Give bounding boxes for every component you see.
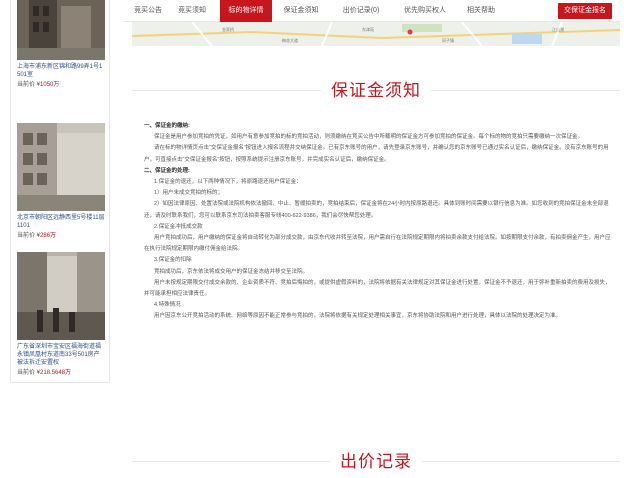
listing-title[interactable]: 广东省深圳市宝安区福海街道福永镇凤凰村东道南33号501房产被法拆迁安置权	[17, 343, 105, 367]
tab-priority-buyer[interactable]: 优先购买权人	[394, 0, 456, 22]
listing-card[interactable]: 广东省深圳市宝安区福海街道福永镇凤凰村东道南33号501房产被法拆迁安置权 当前…	[17, 252, 105, 377]
deposit-heading: 二、保证金的处理:	[144, 167, 190, 174]
deposit-paragraph: 2.保证金冲抵成交款	[154, 223, 203, 230]
deposit-section-title: 保证金须知	[132, 80, 620, 102]
deposit-paragraph: 4.特殊情况	[154, 302, 181, 309]
deposit-paragraph: 请在标的物详情页点击“交保证金报名”按钮进入报名流程并交纳保证金。已有京东账号的…	[144, 145, 609, 163]
listing-photo[interactable]	[17, 123, 105, 211]
map-label: 梅花大道	[282, 37, 298, 43]
deposit-paragraph: 1）用户未成交竞拍的标的；	[154, 190, 224, 197]
deposit-paragraph: 竞拍成功后，京东依法将成交用户的保证金冻结并移交至法院。	[154, 268, 309, 275]
listing-photo[interactable]	[17, 0, 105, 60]
deposit-paragraph: 用户未按规定期限交付成交余款的、企业资质不符、竞拍后悔拍的，或提供虚假资料的，法…	[144, 279, 611, 298]
listing-price: 当前价 ¥1050万	[17, 82, 60, 88]
deposit-notice-content: 一、保证金的缴纳: 保证金是用户参加竞拍的凭证，如用户有意参加竞拍的标的竞拍活动，…	[144, 121, 614, 323]
deposit-paragraph: 3.保证金的扣除	[154, 257, 192, 264]
listing-photo[interactable]	[17, 252, 105, 340]
map-label: 江山湖	[552, 26, 564, 32]
tab-item-details[interactable]: 标的物详情	[220, 0, 272, 22]
listing-card[interactable]: 上海市浦东新区锦和路99弄1号1501室 当前价 ¥1050万	[17, 0, 105, 89]
deposit-paragraph: 1.保证金的退还，以下两种情况下，将原路退还用户保证金：	[154, 179, 302, 186]
tab-help[interactable]: 相关帮助	[458, 0, 504, 22]
deposit-paragraph: 用户竞拍成功后，用户缴纳的保证金将自动转化为部分成交款，由京东代收并转至法院，用…	[144, 235, 611, 253]
listing-title[interactable]: 北京市朝阳区远静西里5号楼11层1101	[17, 214, 105, 230]
map-label: 东津苑	[362, 26, 374, 32]
listing-price: 当前价 ¥218.5648万	[17, 370, 72, 376]
recommend-sidebar: 上海市浦东新区锦和路99弄1号1501室 当前价 ¥1050万 北京市朝阳区远静…	[10, 0, 110, 383]
tab-deposit-notice[interactable]: 保证金须知	[276, 0, 326, 22]
map-label: 金家桥	[222, 26, 234, 32]
deposit-paragraph: 用户因京东公开竞拍活动的系统、网络等原因不能正常参与竞拍的，法院将依据有关规定处…	[154, 313, 562, 320]
deposit-paragraph: 保证金是用户参加竞拍的凭证，如用户有意参加竞拍的标的竞拍活动，则须缴纳在竞买公告…	[154, 134, 584, 141]
listing-title[interactable]: 上海市浦东新区锦和路99弄1号1501室	[17, 63, 105, 79]
listing-price: 当前价 ¥286万	[17, 233, 57, 239]
listing-card[interactable]: 北京市朝阳区远静西里5号楼11层1101 当前价 ¥286万	[17, 123, 105, 240]
map-pin-icon	[407, 29, 413, 35]
tab-bidding-rules[interactable]: 竞买须知	[170, 0, 214, 22]
tab-bid-record[interactable]: 出价记录(0)	[334, 0, 388, 22]
location-map[interactable]: 金家桥 梅花大道 东津苑 冈子镇 江山湖	[132, 22, 620, 46]
map-label: 冈子镇	[442, 37, 454, 43]
deposit-heading: 一、保证金的缴纳:	[144, 123, 190, 129]
deposit-paragraph: 2）如因法律原因、处置法院或法院机构依法撤回、中止、暂缓拍卖的，竞拍结束后，保证…	[144, 201, 609, 219]
tab-auction-notice[interactable]: 竞买公告	[126, 0, 170, 22]
deposit-signup-button[interactable]: 交保证金报名	[558, 3, 612, 19]
bid-record-section-title: 出价记录	[132, 451, 620, 473]
detail-tabbar: 竞买公告 竞买须知 标的物详情 保证金须知 出价记录(0) 优先购买权人 相关帮…	[124, 0, 620, 22]
